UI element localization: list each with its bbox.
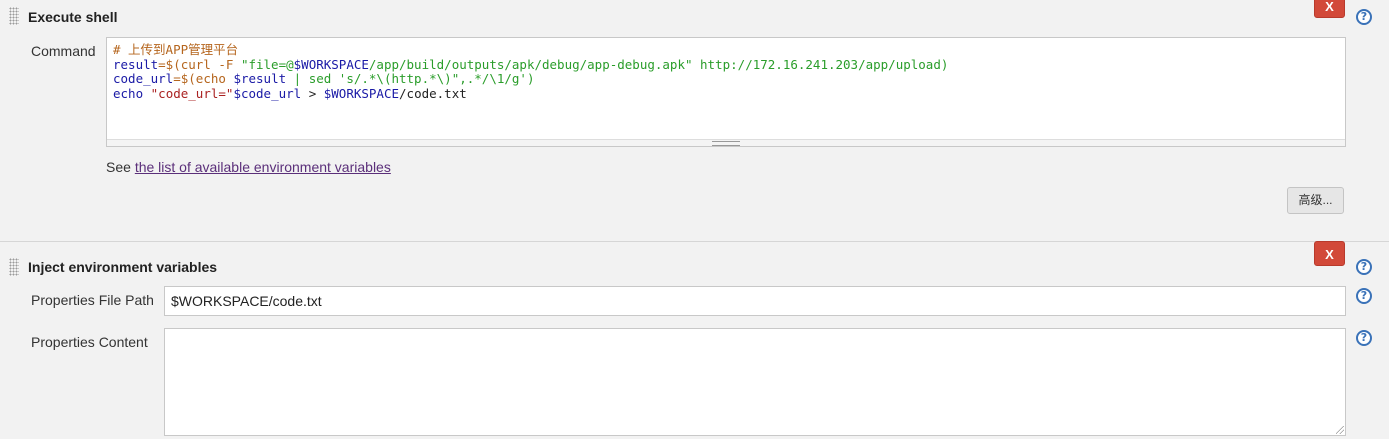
delete-step-button[interactable]: X (1314, 0, 1345, 18)
section-title: Inject environment variables (28, 259, 218, 275)
code-token: "file=@ (240, 56, 294, 72)
command-textarea[interactable]: # 上传到APP管理平台 result=$(curl -F "file=@$WO… (106, 37, 1346, 147)
properties-content-textarea[interactable] (164, 328, 1346, 436)
drag-handle-icon[interactable] (9, 7, 19, 25)
textarea-resize-bar[interactable] (107, 139, 1345, 146)
code-token: /code.txt (399, 85, 467, 101)
code-token: $WORKSPACE (293, 56, 369, 72)
properties-content-label: Properties Content (31, 334, 148, 350)
code-token: result (113, 56, 159, 72)
code-token: =$(echo (173, 71, 234, 86)
delete-step-button[interactable]: X (1314, 241, 1345, 266)
command-label: Command (31, 43, 96, 59)
hint-prefix: See (106, 159, 135, 175)
code-token: $WORKSPACE (323, 85, 400, 101)
code-comment: # 上传到APP管理平台 (113, 42, 239, 57)
code-token: $result (233, 71, 287, 86)
code-token: /app/build/outputs/apk/debug/app-debug.a… (368, 56, 949, 72)
resize-corner-icon[interactable] (1336, 426, 1344, 434)
code-token: code_url (113, 71, 174, 86)
resize-grip-icon[interactable] (712, 141, 740, 146)
code-token: > (301, 85, 324, 101)
code-token: echo (113, 85, 151, 101)
help-icon[interactable]: ? (1356, 259, 1372, 275)
code-token: | sed 's/.*\(http.*\)",.*/\1/g') (286, 71, 535, 86)
env-vars-hint: See the list of available environment va… (106, 159, 391, 175)
drag-handle-icon[interactable] (9, 258, 19, 276)
command-code: # 上传到APP管理平台 result=$(curl -F "file=@$WO… (113, 42, 949, 101)
inject-env-section: Inject environment variables X ? Propert… (0, 241, 1389, 439)
code-token: =$(curl -F (158, 56, 241, 72)
env-vars-link[interactable]: the list of available environment variab… (135, 159, 391, 175)
help-icon[interactable]: ? (1356, 330, 1372, 346)
section-title: Execute shell (28, 9, 118, 25)
properties-file-path-input[interactable]: $WORKSPACE/code.txt (164, 286, 1346, 316)
properties-file-path-label: Properties File Path (31, 292, 154, 308)
code-token: $code_url (233, 85, 302, 101)
help-icon[interactable]: ? (1356, 288, 1372, 304)
help-icon[interactable]: ? (1356, 9, 1372, 25)
advanced-button[interactable]: 高级... (1287, 187, 1344, 214)
code-token: "code_url=" (150, 85, 234, 101)
execute-shell-section: Execute shell X ? Command # 上传到APP管理平台 r… (0, 0, 1389, 240)
